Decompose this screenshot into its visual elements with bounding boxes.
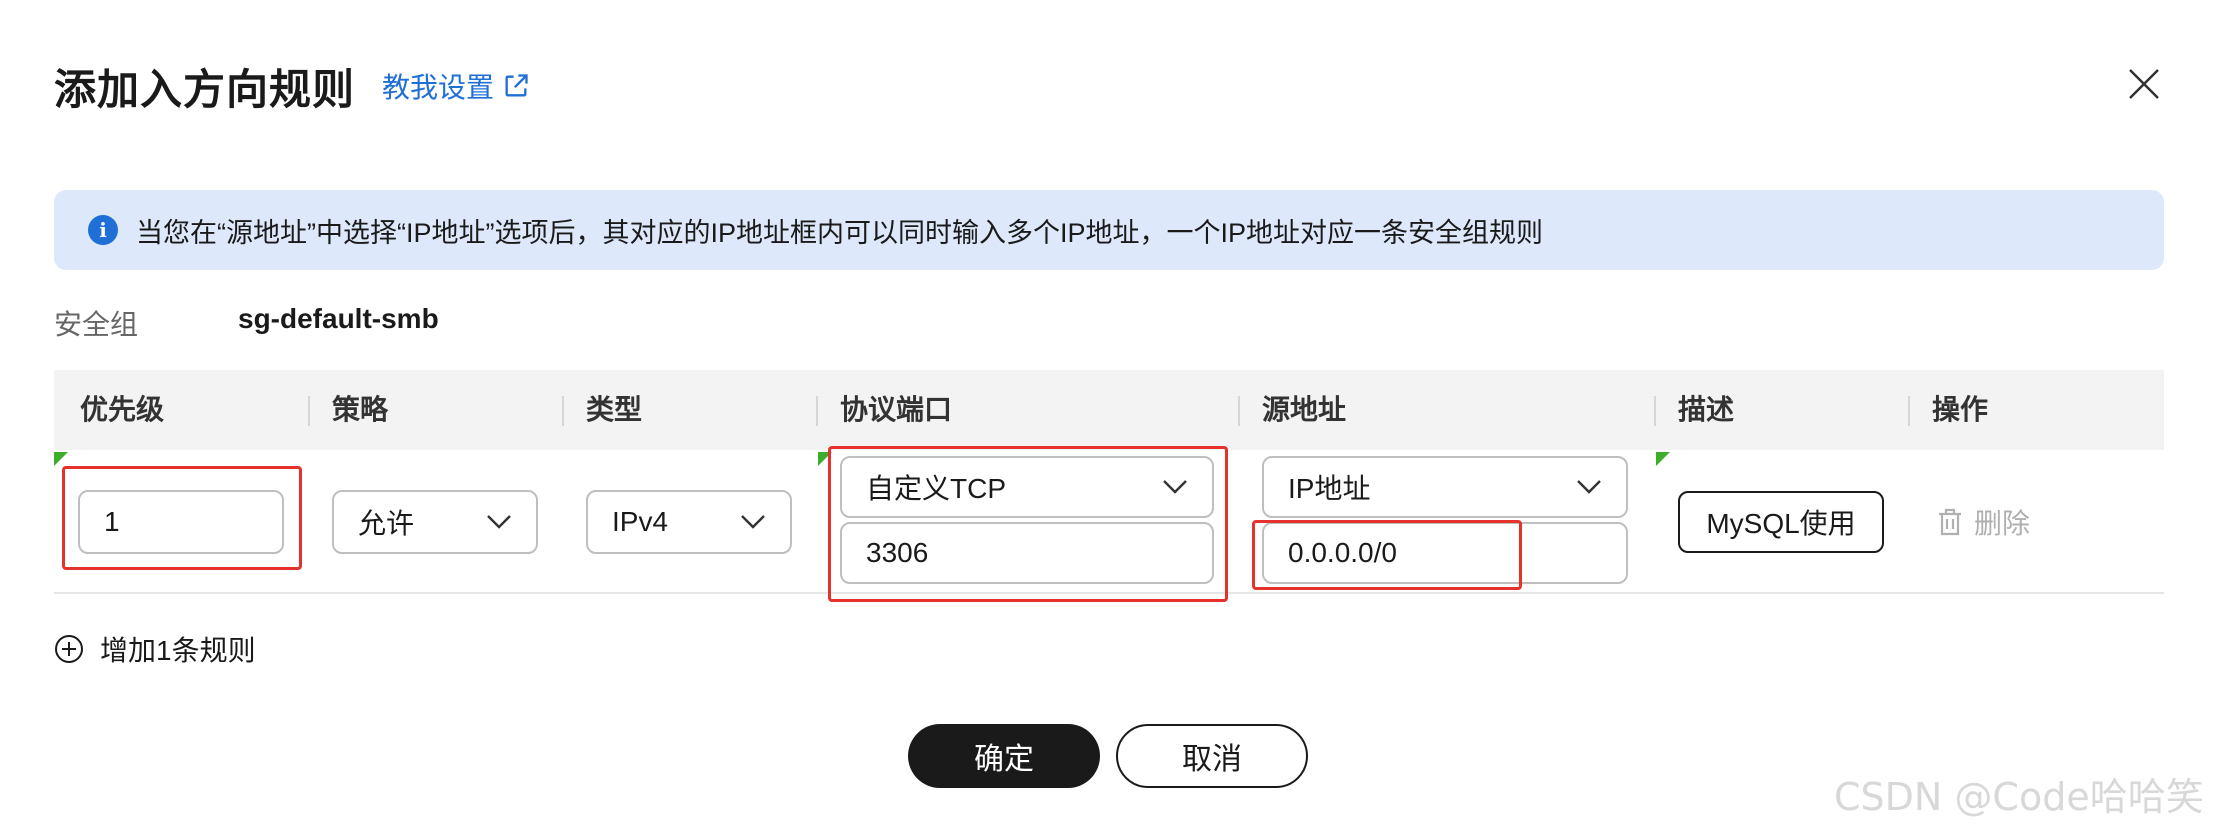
watermark: CSDN @Code哈哈笑 <box>1834 775 2204 819</box>
header-divider <box>1654 396 1656 426</box>
security-group-value: sg-default-smb <box>238 303 439 334</box>
description-value: MySQL使用 <box>1706 508 1856 539</box>
source-type-select[interactable]: IP地址 <box>1262 456 1628 518</box>
header-priority: 优先级 <box>80 394 165 425</box>
required-marker <box>818 452 832 466</box>
header-divider <box>1238 396 1240 426</box>
header-divider <box>562 396 564 426</box>
policy-value: 允许 <box>358 508 415 539</box>
header-type: 类型 <box>586 394 643 425</box>
type-select[interactable]: IPv4 <box>586 490 792 554</box>
source-type-value: IP地址 <box>1288 473 1371 504</box>
external-link-icon <box>505 74 528 97</box>
priority-value: 1 <box>104 506 120 537</box>
protocol-select[interactable]: 自定义TCP <box>840 456 1214 518</box>
header-divider <box>308 396 310 426</box>
chevron-down-icon <box>1163 480 1187 494</box>
notice-text: 当您在“源地址”中选择“IP地址”选项后，其对应的IP地址框内可以同时输入多个I… <box>136 217 1544 248</box>
rules-table-header: 优先级 策略 类型 协议端口 源地址 描述 操作 <box>54 370 2164 450</box>
description-button[interactable]: MySQL使用 <box>1678 491 1884 553</box>
header-policy: 策略 <box>332 394 389 425</box>
info-icon: i <box>88 215 118 245</box>
chevron-down-icon <box>1577 480 1601 494</box>
policy-select[interactable]: 允许 <box>332 490 538 554</box>
info-notice: i 当您在“源地址”中选择“IP地址”选项后，其对应的IP地址框内可以同时输入多… <box>54 190 2164 270</box>
add-rule-button[interactable]: 增加1条规则 <box>54 629 256 669</box>
header-source: 源地址 <box>1262 394 1347 425</box>
security-group-label: 安全组 <box>54 309 139 340</box>
chevron-down-icon <box>741 515 765 529</box>
delete-label: 删除 <box>1974 508 2031 539</box>
required-marker <box>1656 452 1670 466</box>
delete-button[interactable]: 删除 <box>1936 502 2030 542</box>
chevron-down-icon <box>487 515 511 529</box>
header-divider <box>816 396 818 426</box>
protocol-value: 自定义TCP <box>866 473 1007 504</box>
type-value: IPv4 <box>612 506 669 537</box>
header-divider <box>1908 396 1910 426</box>
close-icon[interactable] <box>2126 66 2162 102</box>
source-ip-input[interactable]: 0.0.0.0/0 <box>1262 522 1628 584</box>
header-protocol-port: 协议端口 <box>840 394 953 425</box>
help-link-label: 教我设置 <box>382 72 495 103</box>
cancel-button[interactable]: 取消 <box>1116 724 1308 788</box>
add-rule-label: 增加1条规则 <box>100 635 256 666</box>
dialog-title: 添加入方向规则 <box>54 66 356 113</box>
port-value: 3306 <box>866 537 929 568</box>
source-ip-value: 0.0.0.0/0 <box>1288 537 1397 568</box>
trash-icon <box>1939 508 1961 536</box>
required-marker <box>54 452 68 466</box>
add-inbound-rule-dialog: 添加入方向规则 教我设置 i 当您在“源地址”中选择“IP地址”选项后，其对应的… <box>0 0 2226 826</box>
header-actions: 操作 <box>1932 394 1989 425</box>
help-link[interactable]: 教我设置 <box>382 66 530 106</box>
confirm-button[interactable]: 确定 <box>908 724 1100 788</box>
header-description: 描述 <box>1678 394 1735 425</box>
plus-circle-icon <box>55 635 83 663</box>
port-input[interactable]: 3306 <box>840 522 1214 584</box>
priority-input[interactable]: 1 <box>78 490 284 554</box>
